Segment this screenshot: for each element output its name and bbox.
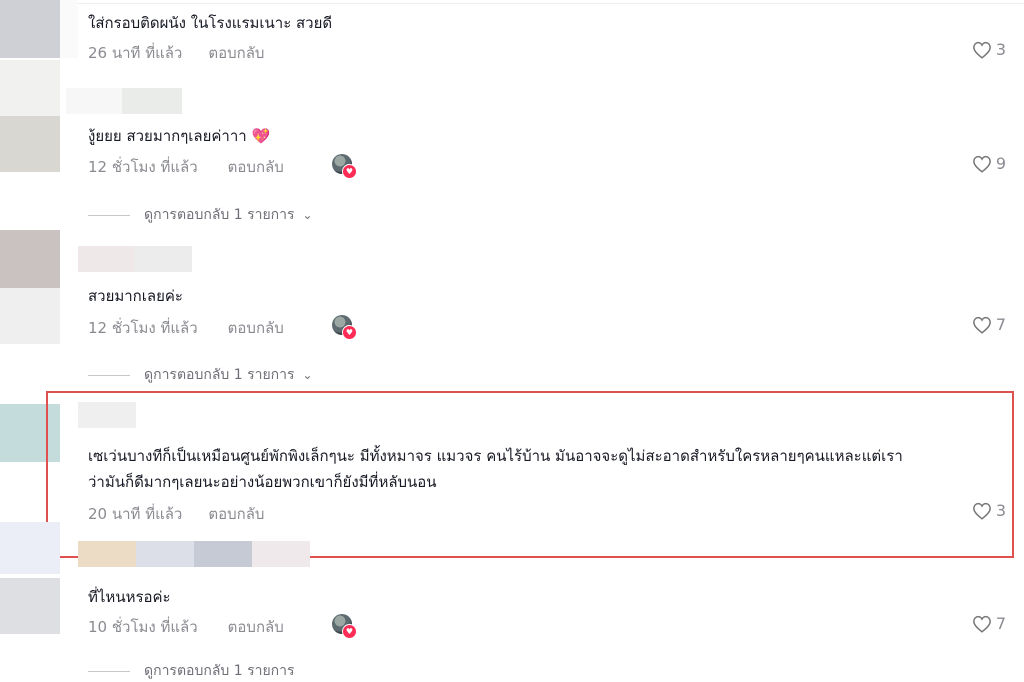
- username-blurred[interactable]: [252, 541, 310, 567]
- divider: [88, 374, 130, 376]
- avatar[interactable]: [0, 578, 60, 634]
- reply-button[interactable]: ตอบกลับ: [208, 44, 264, 62]
- like-count: 7: [995, 614, 1006, 633]
- avatar-edge: [60, 0, 78, 58]
- creator-heart-icon: ♥: [342, 624, 357, 639]
- view-replies-button[interactable]: ดูการตอบกลับ 1 รายการ ⌄: [88, 364, 313, 386]
- chevron-down-icon: ⌄: [302, 368, 313, 382]
- comment-meta: 10 ชั่วโมง ที่แล้ว ตอบกลับ: [88, 615, 284, 639]
- username-blurred[interactable]: [78, 246, 136, 272]
- comment-time: 10 ชั่วโมง ที่แล้ว: [88, 618, 198, 636]
- comment-time: 12 ชั่วโมง ที่แล้ว: [88, 319, 198, 337]
- username-blurred[interactable]: [78, 541, 136, 567]
- creator-liked-avatar: ♥: [332, 614, 357, 639]
- divider: [88, 670, 130, 672]
- comment-text: ที่ไหนหรอค่ะ: [88, 588, 171, 606]
- username-blurred[interactable]: [122, 88, 182, 114]
- heart-icon: [972, 615, 991, 633]
- creator-liked-avatar: ♥: [332, 154, 357, 179]
- comment-time: 26 นาที ที่แล้ว: [88, 44, 183, 62]
- highlight-box: [46, 391, 1014, 558]
- username-blurred[interactable]: [136, 541, 194, 567]
- heart-icon: [972, 41, 991, 59]
- avatar[interactable]: [0, 288, 60, 344]
- comment-text: งู้ยยย สวยมากๆเลยค่าาา 💖: [88, 123, 270, 149]
- like-button[interactable]: 7: [972, 614, 1006, 633]
- avatar[interactable]: [0, 116, 60, 172]
- username-blurred[interactable]: [134, 246, 192, 272]
- creator-heart-icon: ♥: [342, 164, 357, 179]
- creator-heart-icon: ♥: [342, 325, 357, 340]
- creator-liked-avatar: ♥: [332, 315, 357, 340]
- comment-meta: 12 ชั่วโมง ที่แล้ว ตอบกลับ: [88, 316, 284, 340]
- view-replies-label: ดูการตอบกลับ 1 รายการ: [144, 367, 295, 383]
- heart-icon: [972, 316, 991, 334]
- comment-meta: 26 นาที ที่แล้ว ตอบกลับ: [88, 41, 264, 65]
- reply-button[interactable]: ตอบกลับ: [228, 618, 284, 636]
- comment-time: 12 ชั่วโมง ที่แล้ว: [88, 158, 198, 176]
- view-replies-label: ดูการตอบกลับ 1 รายการ: [144, 663, 295, 679]
- like-button[interactable]: 3: [972, 40, 1006, 59]
- like-count: 7: [995, 315, 1006, 334]
- avatar[interactable]: [0, 0, 60, 58]
- like-button[interactable]: 9: [972, 154, 1006, 173]
- avatar[interactable]: [0, 522, 60, 574]
- username-blurred[interactable]: [66, 88, 124, 114]
- comment-text: ใส่กรอบติดผนัง ในโรงแรมเนาะ สวยดี: [88, 14, 333, 32]
- heart-emoji-icon: 💖: [251, 127, 271, 145]
- view-replies-button[interactable]: ดูการตอบกลับ 1 รายการ ⌄: [88, 204, 313, 226]
- reply-button[interactable]: ตอบกลับ: [228, 158, 284, 176]
- divider: [88, 214, 130, 216]
- comment-text-body: งู้ยยย สวยมากๆเลยค่าาา: [88, 127, 247, 145]
- view-replies-button[interactable]: ดูการตอบกลับ 1 รายการ: [88, 660, 295, 682]
- chevron-down-icon: ⌄: [302, 208, 313, 222]
- avatar[interactable]: [0, 60, 60, 118]
- like-count: 3: [995, 40, 1006, 59]
- like-count: 9: [995, 154, 1006, 173]
- like-button[interactable]: 7: [972, 315, 1006, 334]
- avatar[interactable]: [0, 230, 60, 288]
- username-blurred[interactable]: [194, 541, 252, 567]
- comment-text: สวยมากเลยค่ะ: [88, 287, 183, 305]
- view-replies-label: ดูการตอบกลับ 1 รายการ: [144, 207, 295, 223]
- heart-icon: [972, 155, 991, 173]
- comment-meta: 12 ชั่วโมง ที่แล้ว ตอบกลับ: [88, 155, 284, 179]
- top-divider: [78, 3, 1024, 4]
- reply-button[interactable]: ตอบกลับ: [228, 319, 284, 337]
